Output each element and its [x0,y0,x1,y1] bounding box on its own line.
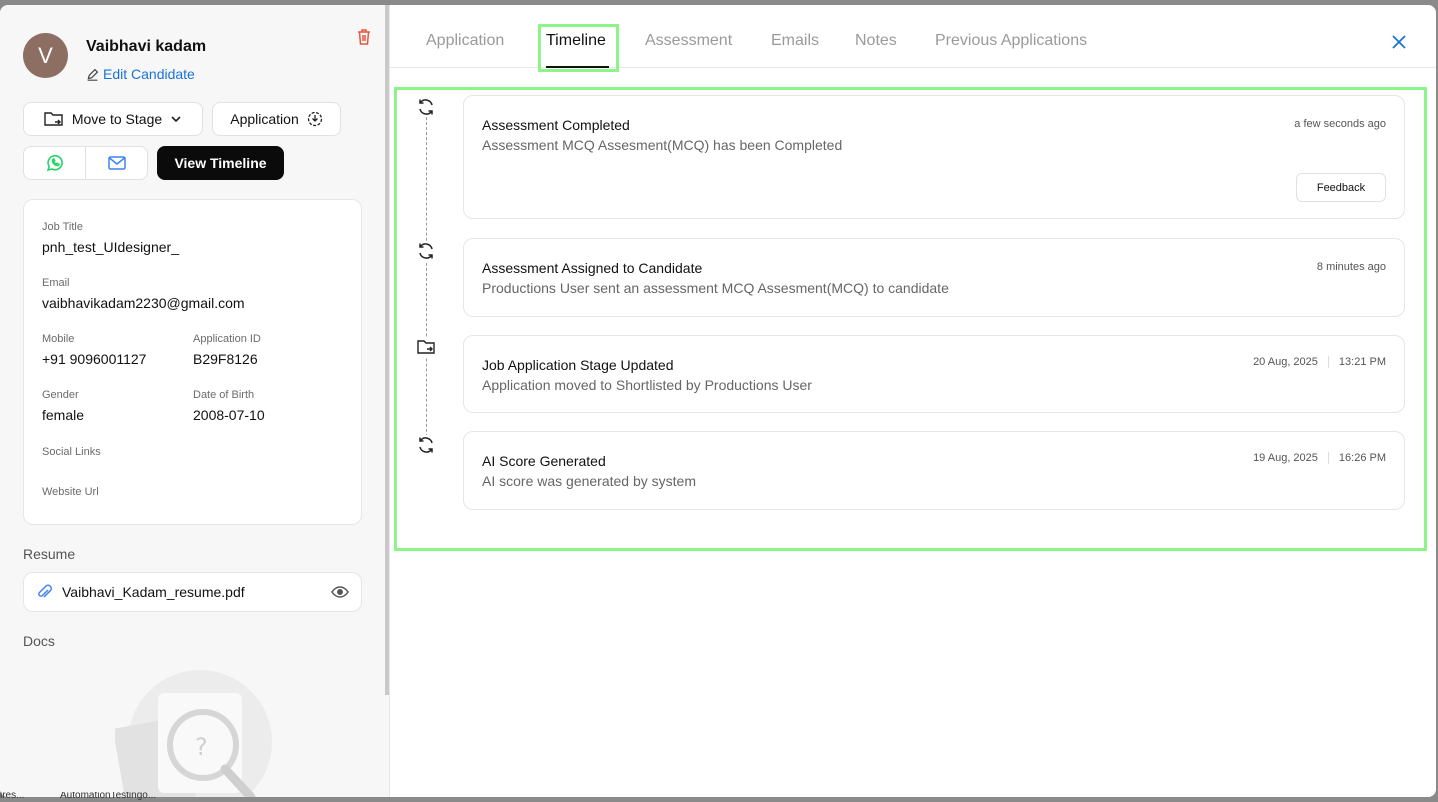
taskbar-item[interactable]: ires... [0,792,24,801]
history-download-icon [307,111,322,127]
application-button[interactable]: Application [212,102,341,136]
mobile-label: Mobile [42,333,75,345]
email-button[interactable] [85,147,147,179]
application-label: Application [230,111,299,127]
event-description: Application moved to Shortlisted by Prod… [482,377,812,393]
event-title: Assessment Assigned to Candidate [482,260,703,276]
timeline-event: Assessment Assigned to Candidate Product… [463,238,1405,317]
refresh-icon [416,435,436,455]
event-hour: 13:21 PM [1338,356,1386,368]
taskbar-item[interactable]: AutomationTestingo... [60,792,156,801]
move-to-stage-label: Move to Stage [71,111,163,127]
mobile-value: +91 9096001127 [42,351,147,367]
candidate-name: Vaibhavi kadam [86,38,207,55]
folder-move-icon [416,337,436,357]
event-date: 20 Aug, 2025 [1253,356,1329,368]
edit-candidate-link[interactable]: Edit Candidate [86,66,195,82]
empty-docs-illustration-icon: ? [115,670,272,797]
tab-bar: Application Timeline Assessment Emails N… [390,5,1436,72]
move-to-stage-button[interactable]: Move to Stage [23,102,203,136]
event-description: Assessment MCQ Assesment(MCQ) has been C… [482,137,843,153]
candidate-info-card: Job Title pnh_test_UIdesigner_ Email vai… [23,199,362,525]
view-timeline-button[interactable]: View Timeline [157,146,284,180]
resume-file-row[interactable]: Vaibhavi_Kadam_resume.pdf [23,572,362,612]
paperclip-icon [38,584,52,598]
event-timestamp: 20 Aug, 2025 13:21 PM [1253,356,1386,368]
refresh-icon [416,97,436,117]
folder-move-icon [44,112,63,126]
candidate-sidebar: V Vaibhavi kadam Edit Candidate Move to … [0,5,390,797]
dob-label: Date of Birth [193,389,255,401]
event-time: 8 minutes ago [1316,261,1386,273]
avatar: V [23,33,68,78]
event-description: Productions User sent an assessment MCQ … [482,280,949,296]
contact-buttons [23,146,148,180]
application-id-label: Application ID [193,333,261,345]
social-links-label: Social Links [42,446,101,458]
resume-title: Resume [23,546,76,562]
chevron-down-icon [171,116,181,123]
sidebar-scrollbar[interactable] [385,5,389,695]
timeline-connector [426,117,427,447]
event-title: Job Application Stage Updated [482,357,674,373]
timeline-event: Job Application Stage Updated Applicatio… [463,335,1405,413]
tab-application[interactable]: Application [426,32,504,50]
job-title-label: Job Title [42,221,83,233]
event-time: a few seconds ago [1294,118,1386,130]
tab-emails[interactable]: Emails [771,32,819,50]
mail-icon [107,156,126,170]
resume-file-name: Vaibhavi_Kadam_resume.pdf [62,584,245,600]
email-value: vaibhavikadam2230@gmail.com [42,295,245,311]
tab-notes[interactable]: Notes [855,32,897,50]
gender-label: Gender [42,389,79,401]
candidate-header: V [23,33,68,78]
whatsapp-icon [46,154,63,172]
tab-previous-applications[interactable]: Previous Applications [935,32,1087,50]
gender-value: female [42,407,85,423]
website-url-label: Website Url [42,486,99,498]
job-title-value: pnh_test_UIdesigner_ [42,239,179,255]
timeline-event: AI Score Generated AI score was generate… [463,431,1405,510]
whatsapp-button[interactable] [24,147,85,179]
refresh-icon [416,241,436,261]
taskbar-strip: ires... AutomationTestingo... [0,792,400,802]
application-id-value: B29F8126 [193,351,258,367]
event-title: AI Score Generated [482,453,606,469]
close-icon[interactable] [1390,33,1408,51]
event-date: 19 Aug, 2025 [1253,452,1329,464]
tab-assessment[interactable]: Assessment [645,32,732,50]
eye-icon[interactable] [331,585,349,599]
event-timestamp: 19 Aug, 2025 16:26 PM [1253,452,1386,464]
detail-panel: Application Timeline Assessment Emails N… [390,5,1436,797]
dob-value: 2008-07-10 [193,407,265,423]
trash-icon[interactable] [354,27,374,47]
event-title: Assessment Completed [482,117,630,133]
docs-title: Docs [23,633,55,649]
candidate-modal: V Vaibhavi kadam Edit Candidate Move to … [0,5,1436,797]
edit-candidate-label: Edit Candidate [103,66,195,82]
event-description: AI score was generated by system [482,473,696,489]
timeline-tab-highlight [538,24,619,72]
pencil-icon [87,68,99,81]
svg-text:?: ? [195,733,208,761]
event-hour: 16:26 PM [1338,452,1386,464]
timeline-event: Assessment Completed Assessment MCQ Asse… [463,95,1405,219]
view-timeline-label: View Timeline [174,155,267,171]
feedback-button[interactable]: Feedback [1296,173,1386,202]
email-label: Email [42,277,70,289]
